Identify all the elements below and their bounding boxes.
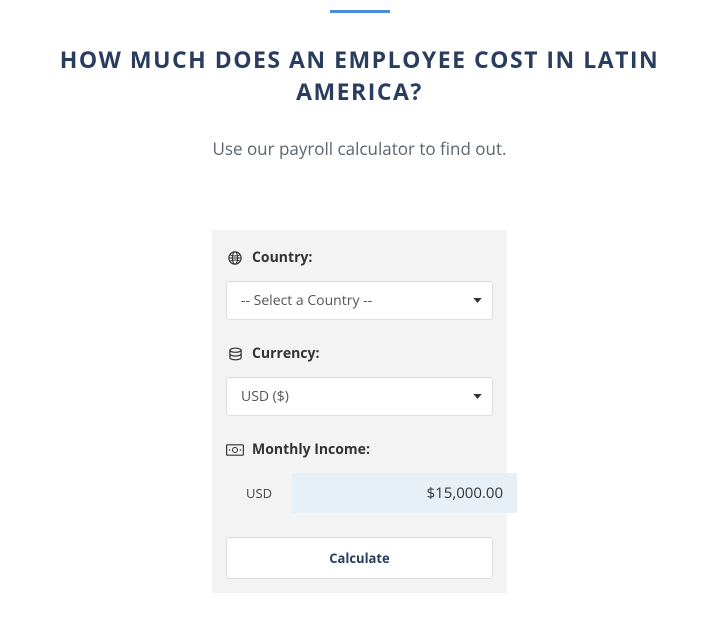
income-label: Monthly Income: xyxy=(226,440,493,459)
globe-icon xyxy=(226,251,244,265)
money-bill-icon xyxy=(226,443,244,457)
currency-field-group: Currency: USD ($) xyxy=(226,344,493,416)
currency-select[interactable]: USD ($) xyxy=(226,377,493,416)
page-title: HOW MUCH DOES AN EMPLOYEE COST IN LATIN … xyxy=(20,43,699,107)
income-field-group: Monthly Income: USD xyxy=(226,440,493,513)
income-input-row: USD xyxy=(226,473,493,513)
country-label-text: Country: xyxy=(252,248,312,267)
page-subtitle: Use our payroll calculator to find out. xyxy=(0,137,719,160)
calculate-button[interactable]: Calculate xyxy=(226,537,493,579)
country-field-group: Country: -- Select a Country -- xyxy=(226,248,493,320)
income-currency-prefix: USD xyxy=(226,473,292,513)
income-input[interactable] xyxy=(292,473,517,513)
coins-icon xyxy=(226,347,244,361)
calculator-card: Country: -- Select a Country -- Currency… xyxy=(212,230,507,593)
section-divider xyxy=(330,10,390,13)
country-select[interactable]: -- Select a Country -- xyxy=(226,281,493,320)
currency-label: Currency: xyxy=(226,344,493,363)
country-label: Country: xyxy=(226,248,493,267)
income-label-text: Monthly Income: xyxy=(252,440,370,459)
currency-label-text: Currency: xyxy=(252,344,319,363)
